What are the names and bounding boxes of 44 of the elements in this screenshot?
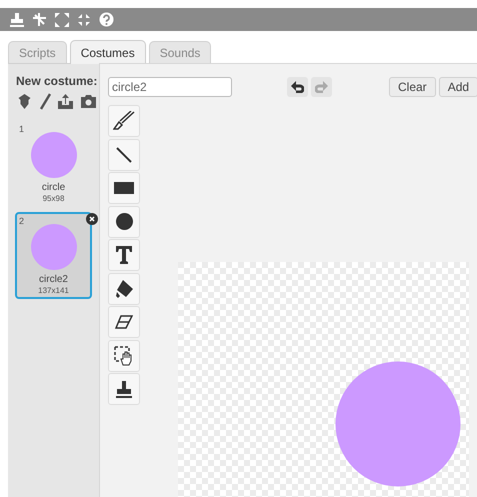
selection-hand-icon: [114, 346, 134, 366]
ellipse-tool[interactable]: [108, 206, 140, 238]
shrink-icon[interactable]: [77, 12, 91, 26]
brush-tool[interactable]: [108, 105, 140, 137]
rectangle-tool[interactable]: [108, 172, 140, 204]
costume-number: 1: [19, 123, 24, 136]
stamp-icon: [116, 380, 132, 398]
grow-icon[interactable]: [55, 12, 69, 26]
letter-t-icon: [116, 246, 132, 264]
paintbrush-icon[interactable]: [39, 93, 51, 110]
fill-tool[interactable]: [108, 272, 140, 304]
stamp-icon[interactable]: [10, 12, 24, 27]
redo-icon: [315, 81, 328, 93]
costume-number: 2: [19, 215, 24, 228]
select-tool[interactable]: [108, 340, 140, 372]
line-tool[interactable]: [108, 138, 140, 170]
circle-icon: [116, 213, 132, 230]
costume-name: circle2: [39, 274, 68, 286]
line-icon: [116, 146, 132, 162]
paint-bucket-icon: [116, 280, 132, 298]
name-field[interactable]: circle2: [108, 77, 232, 97]
undo-button[interactable]: [287, 77, 308, 97]
stamp-tool[interactable]: [108, 373, 140, 405]
upload-icon[interactable]: [57, 93, 74, 110]
circle-thumbnail-icon: [30, 224, 76, 270]
toolbar-button[interactable]: Clear: [389, 77, 436, 97]
costume-name: circle: [42, 182, 66, 194]
eraser-tool[interactable]: [108, 306, 140, 338]
paintbrush-icon: [113, 111, 135, 131]
costume-thumbnail[interactable]: 1 circle 95x98: [15, 120, 92, 207]
eraser-icon: [115, 315, 133, 329]
text-tool[interactable]: [108, 239, 140, 271]
new-costume-label: New costume:: [15, 73, 98, 90]
circle-thumbnail-icon: [30, 132, 76, 178]
tab[interactable]: Costumes: [70, 40, 146, 64]
costume-size: 95x98: [42, 194, 64, 204]
toolbar-button[interactable]: Add: [438, 77, 477, 97]
rectangle-icon: [114, 182, 134, 194]
delete-icon[interactable]: [86, 213, 98, 225]
costume-size: 137x141: [38, 286, 69, 296]
camera-icon[interactable]: [80, 94, 97, 109]
help-icon[interactable]: [99, 12, 114, 27]
undo-icon: [291, 81, 304, 93]
costume-thumbnail[interactable]: 2 circle2 137x141: [15, 212, 92, 299]
